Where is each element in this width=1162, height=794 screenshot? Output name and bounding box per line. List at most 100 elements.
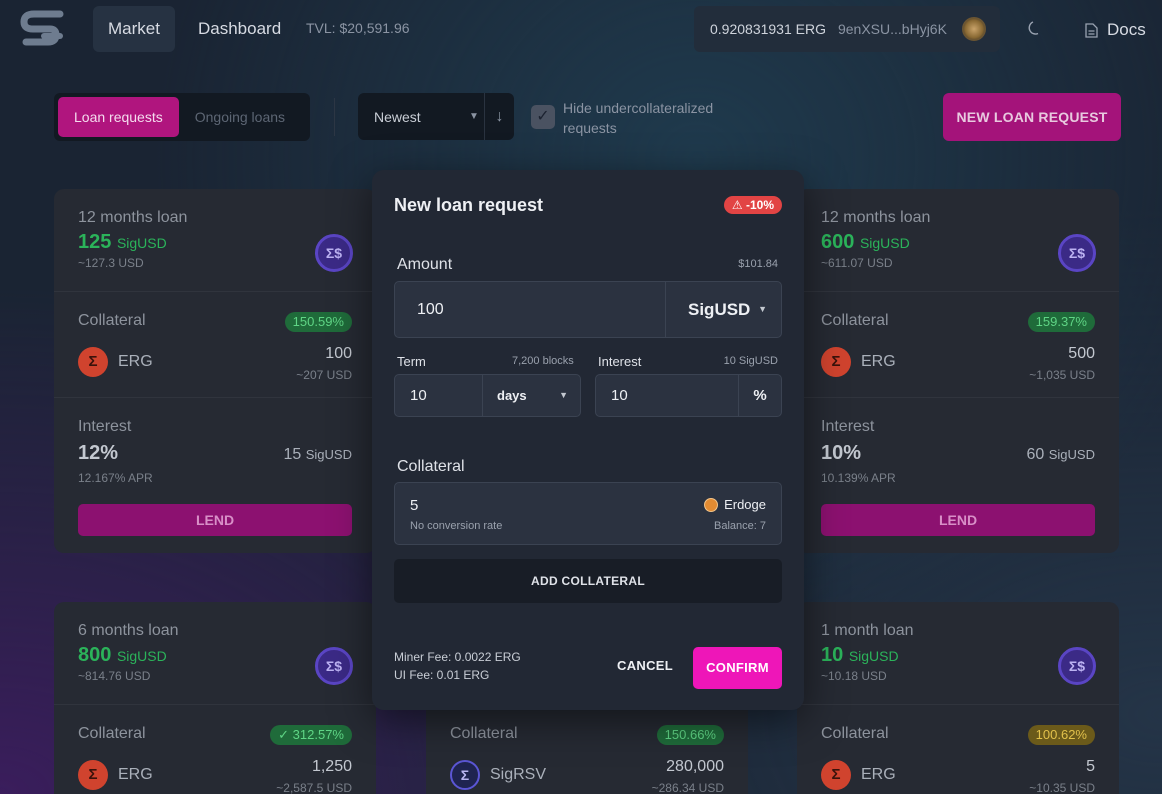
collateral-ratio-badge: 159.37% — [1027, 312, 1095, 332]
sort-label: Newest — [374, 108, 421, 125]
collateral-balance: Balance: 7 — [714, 520, 766, 532]
collateral-token-select[interactable]: Erdoge — [704, 497, 766, 512]
loan-term: 1 month loan — [821, 622, 914, 639]
wallet-avatar — [962, 17, 986, 41]
erg-token-icon: Σ — [821, 347, 851, 377]
new-loan-request-modal: New loan request ⚠ -10% Amount $101.84 1… — [372, 170, 804, 710]
wallet-address: 9enXSU...bHyj6K — [837, 21, 947, 37]
add-collateral-button[interactable]: ADD COLLATERAL — [394, 559, 782, 603]
interest-label: Interest — [598, 354, 642, 369]
term-value: 10 — [410, 387, 427, 404]
tvl-value: TVL: $20,591.96 — [306, 20, 410, 36]
loan-usd: ~814.76 USD — [78, 669, 151, 683]
loan-amount: 125 SigUSD — [78, 231, 167, 253]
collateral-token-name: ERG — [861, 353, 896, 370]
loan-term: 6 months loan — [78, 622, 179, 639]
loan-card: 6 months loan 800 SigUSD ~814.76 USD Σ$ … — [54, 602, 376, 794]
warning-triangle-icon: ⚠ — [731, 198, 746, 212]
tab-loan-requests[interactable]: Loan requests — [58, 97, 179, 137]
interest-value: 15 SigUSD — [283, 446, 353, 463]
wallet-button[interactable]: 0.920831931 ERG 9enXSU...bHyj6K — [694, 6, 1000, 52]
collateral-amount: 280,000 — [666, 758, 724, 775]
amount-input[interactable]: 100 SigUSD ▼ — [394, 281, 782, 338]
loan-usd: ~611.07 USD — [821, 256, 893, 270]
chevron-down-icon: ▼ — [559, 390, 568, 400]
collateral-section: Collateral 100.62% Σ ERG 5 ~10.35 USD — [797, 705, 1119, 794]
erdoge-token-icon — [704, 497, 719, 512]
amount-usd: $101.84 — [738, 258, 778, 270]
term-label: Term — [397, 354, 426, 369]
collateral-token-name: ERG — [118, 766, 153, 783]
loan-card: 1 month loan 10 SigUSD ~10.18 USD Σ$ Col… — [797, 602, 1119, 794]
amount-value: 100 — [417, 301, 444, 318]
new-loan-request-button[interactable]: NEW LOAN REQUEST — [943, 93, 1121, 141]
interest-label: Interest — [78, 418, 132, 435]
lend-button[interactable]: LEND — [78, 504, 352, 536]
document-icon — [1085, 22, 1098, 38]
lend-button[interactable]: LEND — [821, 504, 1095, 536]
moon-icon[interactable] — [1027, 20, 1043, 36]
collateral-ratio-badge: ✓ 312.57% — [270, 725, 352, 745]
loan-usd: ~10.18 USD — [821, 669, 887, 683]
loan-summary: 12 months loan 600 SigUSD ~611.07 USD Σ$ — [797, 189, 1119, 292]
amount-label: Amount — [397, 256, 453, 273]
collateral-usd: ~2,587.5 USD — [276, 781, 352, 794]
chevron-down-icon: ▼ — [469, 111, 479, 122]
loan-term: 12 months loan — [78, 209, 188, 226]
confirm-button[interactable]: CONFIRM — [693, 647, 782, 689]
interest-apr: 10.139% APR — [821, 471, 896, 485]
wallet-balance: 0.920831931 ERG — [710, 21, 826, 37]
interest-input[interactable]: 10 % — [595, 374, 782, 417]
collateral-label: Collateral — [397, 458, 465, 475]
nav-market[interactable]: Market — [93, 6, 175, 52]
collateral-section: Collateral 150.59% Σ ERG 100 ~207 USD — [54, 292, 376, 398]
modal-title: New loan request — [394, 195, 544, 215]
top-nav: Market Dashboard TVL: $20,591.96 0.92083… — [0, 0, 1162, 60]
hide-undercollateralized-checkbox[interactable]: ✓ — [531, 105, 555, 129]
check-circle-icon: ✓ — [278, 727, 293, 742]
chevron-down-icon: ▼ — [758, 304, 767, 314]
collateral-input[interactable]: 5 No conversion rate Erdoge Balance: 7 — [394, 482, 782, 545]
toolbar-divider — [334, 98, 335, 136]
interest-section: Interest 10% 10.139% APR 60 SigUSD LEND — [797, 398, 1119, 553]
fees-info: Miner Fee: 0.0022 ERG UI Fee: 0.01 ERG — [394, 648, 521, 684]
erg-token-icon: Σ — [821, 760, 851, 790]
app-logo[interactable] — [20, 10, 66, 50]
ui-fee: UI Fee: 0.01 ERG — [394, 668, 490, 682]
collateral-amount: 5 — [1086, 758, 1095, 775]
interest-sigusd: 10 SigUSD — [723, 355, 778, 367]
tab-ongoing-loans[interactable]: Ongoing loans — [179, 97, 301, 137]
interest-value: 60 SigUSD — [1026, 446, 1096, 463]
collateral-amount: 500 — [1068, 345, 1095, 362]
sigusd-token-icon: Σ$ — [315, 647, 353, 685]
collateral-section: Collateral 159.37% Σ ERG 500 ~1,035 USD — [797, 292, 1119, 398]
term-input[interactable]: 10 days ▼ — [394, 374, 581, 417]
interest-section: Interest 12% 12.167% APR 15 SigUSD LEND — [54, 398, 376, 553]
interest-value: 10 — [611, 387, 628, 404]
loan-summary: 12 months loan 125 SigUSD ~127.3 USD Σ$ — [54, 189, 376, 292]
interest-label: Interest — [821, 418, 875, 435]
sigrsv-token-icon: Σ — [450, 760, 480, 790]
cancel-button[interactable]: CANCEL — [610, 648, 680, 684]
loan-tabs: Loan requests Ongoing loans — [54, 93, 310, 141]
loan-amount: 800 SigUSD — [78, 644, 167, 666]
sigusd-token-icon: Σ$ — [1058, 647, 1096, 685]
sort-select[interactable]: Newest ▼ ↓ — [358, 93, 514, 140]
collateral-usd: ~286.34 USD — [651, 781, 724, 794]
collateral-amount: 1,250 — [311, 758, 352, 775]
docs-link[interactable]: Docs — [1085, 20, 1146, 40]
term-unit-select[interactable]: days ▼ — [482, 375, 580, 416]
loan-amount: 10 SigUSD — [821, 644, 899, 666]
amount-currency-select[interactable]: SigUSD ▼ — [665, 282, 781, 337]
term-blocks: 7,200 blocks — [512, 355, 574, 367]
nav-dashboard[interactable]: Dashboard — [183, 6, 296, 52]
collateral-token-name: ERG — [861, 766, 896, 783]
loan-card: 12 months loan 600 SigUSD ~611.07 USD Σ$… — [797, 189, 1119, 553]
hide-undercollateralized-label: Hide undercollateralized requests — [563, 100, 714, 136]
erg-token-icon: Σ — [78, 760, 108, 790]
warning-badge: ⚠ -10% — [723, 196, 782, 214]
loan-summary: 6 months loan 800 SigUSD ~814.76 USD Σ$ — [54, 602, 376, 705]
loan-amount: 600 SigUSD — [821, 231, 910, 253]
sort-direction-arrow-icon[interactable]: ↓ — [485, 108, 514, 126]
interest-unit: % — [738, 375, 781, 416]
